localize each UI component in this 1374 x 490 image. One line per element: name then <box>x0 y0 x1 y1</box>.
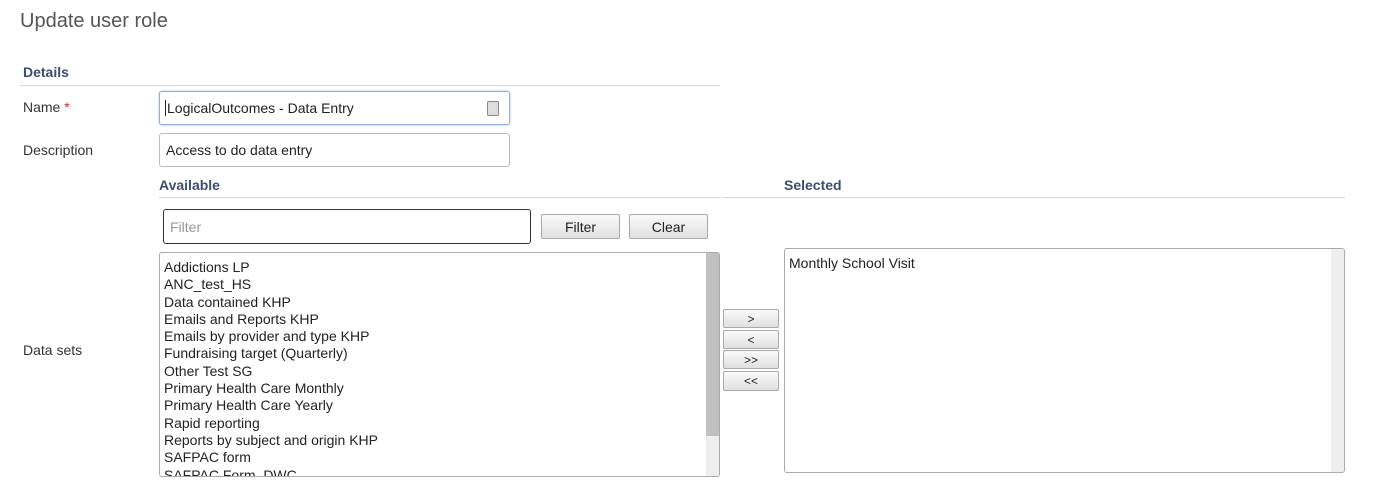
available-item[interactable]: Other Test SG <box>160 363 719 380</box>
available-item[interactable]: Addictions LP <box>160 259 719 276</box>
available-item[interactable]: Primary Health Care Yearly <box>160 397 719 414</box>
available-scrollbar[interactable] <box>706 253 719 476</box>
data-sets-label: Data sets <box>23 342 83 358</box>
contact-card-icon[interactable] <box>487 101 499 116</box>
available-item[interactable]: SAFPAC form <box>160 449 719 466</box>
page-title: Update user role <box>20 10 168 32</box>
filter-input[interactable]: Filter <box>163 209 531 244</box>
available-item[interactable]: Emails and Reports KHP <box>160 311 719 328</box>
available-item[interactable]: Fundraising target (Quarterly) <box>160 345 719 362</box>
available-item[interactable]: SAFPAC Form_DWC <box>160 467 719 476</box>
available-item[interactable]: Rapid reporting <box>160 415 719 432</box>
selected-header: Selected <box>784 177 842 193</box>
name-label: Name * <box>23 99 70 115</box>
clear-button[interactable]: Clear <box>629 214 708 239</box>
add-button[interactable]: > <box>723 309 779 328</box>
available-item[interactable]: Reports by subject and origin KHP <box>160 432 719 449</box>
available-header: Available <box>159 177 220 193</box>
name-input-value: LogicalOutcomes - Data Entry <box>165 100 354 116</box>
available-list[interactable]: Addictions LP ANC_test_HS Data contained K… <box>159 252 720 477</box>
remove-all-button[interactable]: << <box>723 371 779 391</box>
available-item[interactable]: Emails by provider and type KHP <box>160 328 719 345</box>
name-input[interactable]: LogicalOutcomes - Data Entry <box>159 91 510 125</box>
filter-placeholder: Filter <box>170 218 202 235</box>
scrollbar-thumb[interactable] <box>706 253 719 436</box>
available-item[interactable]: Primary Health Care Monthly <box>160 380 719 397</box>
description-input-value: Access to do data entry <box>166 142 313 158</box>
filter-button[interactable]: Filter <box>541 214 620 239</box>
available-divider <box>159 197 720 198</box>
available-item[interactable]: ANC_test_HS <box>160 276 719 293</box>
details-header: Details <box>23 64 69 80</box>
selected-scrollbar[interactable] <box>1331 249 1344 472</box>
required-mark: * <box>64 99 70 115</box>
selected-item[interactable]: Monthly School Visit <box>785 255 1344 272</box>
available-item[interactable]: Data contained KHP <box>160 294 719 311</box>
name-label-text: Name <box>23 99 61 115</box>
add-all-button[interactable]: >> <box>723 350 779 369</box>
remove-button[interactable]: < <box>723 330 779 349</box>
description-input[interactable]: Access to do data entry <box>159 133 510 167</box>
selected-list[interactable]: Monthly School Visit <box>784 248 1345 473</box>
selected-divider <box>722 197 1345 198</box>
description-label: Description <box>23 142 94 158</box>
details-divider <box>20 85 720 86</box>
